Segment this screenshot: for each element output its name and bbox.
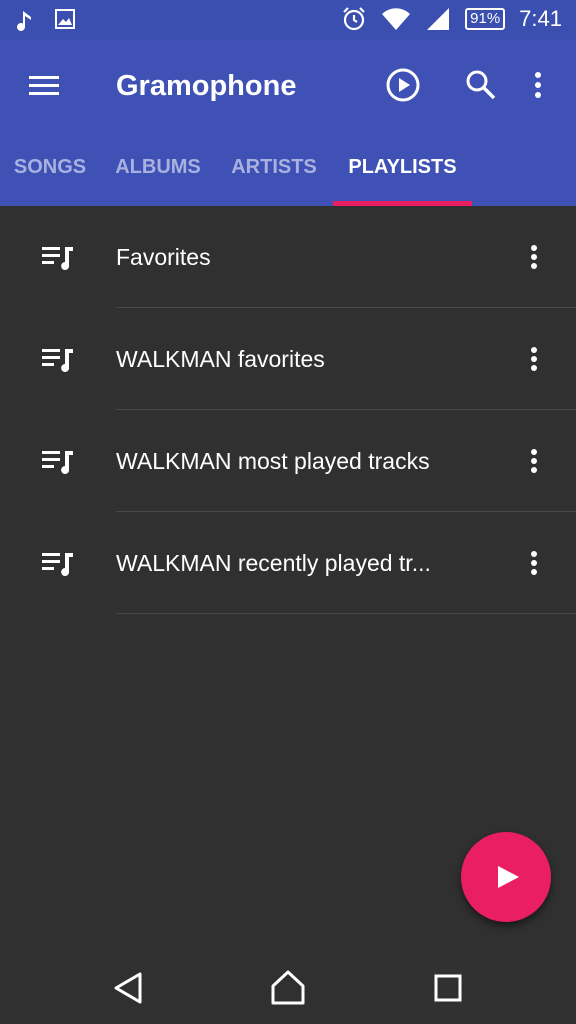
tab-songs[interactable]: SONGS [0,140,100,206]
recents-icon [434,974,462,1002]
more-vert-icon[interactable] [522,242,546,272]
back-icon [114,972,142,1004]
play-icon [498,866,519,888]
recents-button[interactable] [426,966,470,1010]
playlist-icon [42,349,73,372]
app-bar: Gramophone SONGS ALBUMS ARTISTS PLAYLIST… [0,40,576,206]
search-icon [466,70,496,100]
playlist-row[interactable]: Favorites [0,206,576,308]
more-vert-icon[interactable] [522,446,546,476]
tab-playlists[interactable]: PLAYLISTS [333,140,472,206]
shuffle-play-fab[interactable] [461,832,551,922]
playlist-list: Favorites WALKMAN favorites WALKMAN most… [0,206,576,614]
signal-icon [427,8,450,30]
wifi-icon [382,8,411,30]
playlist-name: WALKMAN favorites [116,346,325,372]
play-all-button[interactable] [384,66,422,104]
battery-icon: 91% [465,8,506,30]
music-note-icon [17,11,31,31]
divider [116,613,576,614]
home-icon [271,970,305,1005]
alarm-icon [343,7,365,31]
app-title: Gramophone [116,70,297,102]
playlist-row[interactable]: WALKMAN favorites [0,308,576,410]
menu-button[interactable] [26,68,64,102]
search-button[interactable] [462,66,500,104]
home-button[interactable] [266,966,310,1010]
playlist-name: Favorites [116,244,211,270]
play-circle-icon [386,68,420,102]
status-bar: 91% 7:41 [0,0,576,40]
back-button[interactable] [106,966,150,1010]
playlist-row[interactable]: WALKMAN recently played tr... [0,512,576,614]
clock-time: 7:41 [519,6,562,31]
more-vert-icon[interactable] [522,344,546,374]
playlist-name: WALKMAN recently played tr... [116,550,431,576]
battery-level: 91% [470,10,501,27]
playlist-icon [42,247,73,270]
tab-albums[interactable]: ALBUMS [104,140,212,206]
playlist-name: WALKMAN most played tracks [116,448,430,474]
image-icon [55,9,75,29]
playlist-icon [42,553,73,576]
menu-icon [29,76,59,95]
tab-artists[interactable]: ARTISTS [218,140,330,206]
more-vert-icon [535,72,541,98]
system-nav-bar [0,952,576,1024]
tab-bar: SONGS ALBUMS ARTISTS PLAYLISTS [0,140,576,206]
playlist-row[interactable]: WALKMAN most played tracks [0,410,576,512]
more-vert-icon[interactable] [522,548,546,578]
playlist-icon [42,451,73,474]
overflow-menu-button[interactable] [526,66,550,104]
